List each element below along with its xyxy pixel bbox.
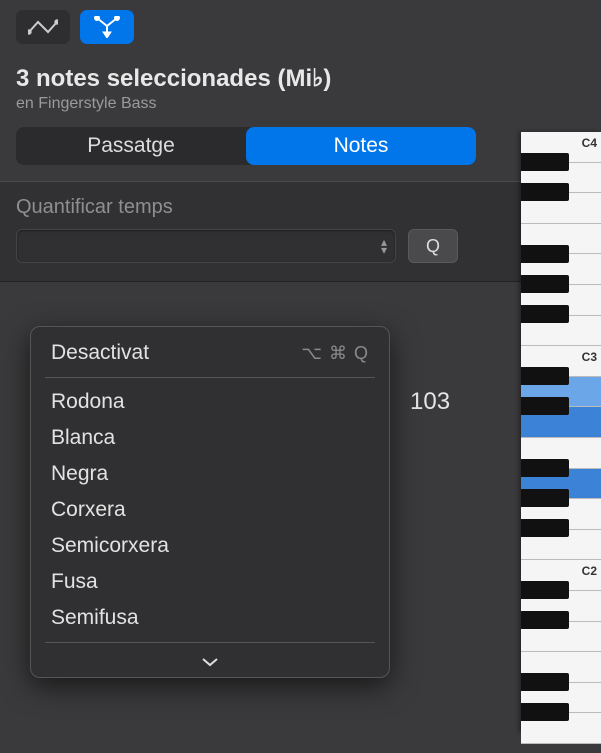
piano-black-key[interactable] [521,519,569,537]
toolbar [0,0,601,48]
menu-item-fusa[interactable]: Fusa [31,564,389,600]
menu-item-label: Desactivat [51,341,149,365]
quantize-section: Quantificar temps ▴▾ Q [0,181,601,282]
quantize-menu: Desactivat ⌥ ⌘ Q Rodona Blanca Negra Cor… [30,326,390,678]
piano-black-key[interactable] [521,183,569,201]
piano-black-key[interactable] [521,367,569,385]
menu-separator [45,642,375,643]
piano-black-key[interactable] [521,703,569,721]
quantize-apply-button[interactable]: Q [408,229,458,263]
piano-black-key[interactable] [521,459,569,477]
menu-more-chevron[interactable] [31,649,389,677]
menu-item-label: Negra [51,462,108,486]
menu-item-label: Semifusa [51,606,139,630]
automation-tool-button[interactable] [16,10,70,44]
selection-subtitle: en Fingerstyle Bass [16,95,585,113]
piano-black-key[interactable] [521,245,569,263]
selection-title: 3 notes seleccionades (Mi♭) [16,64,585,93]
automation-curve-icon [28,18,58,36]
menu-item-corxera[interactable]: Corxera [31,492,389,528]
piano-black-key[interactable] [521,275,569,293]
piano-keyboard[interactable]: C4 C3 C2 [521,132,601,732]
menu-item-semifusa[interactable]: Semifusa [31,600,389,636]
chevron-down-icon [201,657,219,667]
menu-item-label: Fusa [51,570,98,594]
piano-black-key[interactable] [521,153,569,171]
value-readout: 103 [410,388,450,416]
piano-black-key[interactable] [521,305,569,323]
octave-label-c2: C2 [582,564,597,578]
merge-tool-icon [93,16,121,38]
segment-passatge[interactable]: Passatge [16,127,246,165]
menu-item-negra[interactable]: Negra [31,456,389,492]
menu-item-label: Semicorxera [51,534,169,558]
menu-item-blanca[interactable]: Blanca [31,420,389,456]
menu-item-label: Rodona [51,390,125,414]
piano-black-key[interactable] [521,489,569,507]
menu-item-desactivat[interactable]: Desactivat ⌥ ⌘ Q [31,335,389,371]
menu-item-semicorxera[interactable]: Semicorxera [31,528,389,564]
piano-black-key[interactable] [521,611,569,629]
merge-tool-button[interactable] [80,10,134,44]
header: 3 notes seleccionades (Mi♭) en Fingersty… [0,48,601,119]
view-mode-segmented: Passatge Notes [0,119,601,181]
piano-black-key[interactable] [521,673,569,691]
segment-notes[interactable]: Notes [246,127,476,165]
select-chevrons-icon: ▴▾ [381,238,387,254]
menu-separator [45,377,375,378]
octave-label-c3: C3 [582,350,597,364]
octave-label-c4: C4 [582,136,597,150]
menu-item-shortcut: ⌥ ⌘ Q [301,343,369,364]
piano-black-key[interactable] [521,397,569,415]
menu-item-label: Blanca [51,426,115,450]
quantize-label: Quantificar temps [16,196,585,219]
quantize-select[interactable]: ▴▾ [16,229,396,263]
menu-item-label: Corxera [51,498,126,522]
menu-item-rodona[interactable]: Rodona [31,384,389,420]
piano-black-key[interactable] [521,581,569,599]
